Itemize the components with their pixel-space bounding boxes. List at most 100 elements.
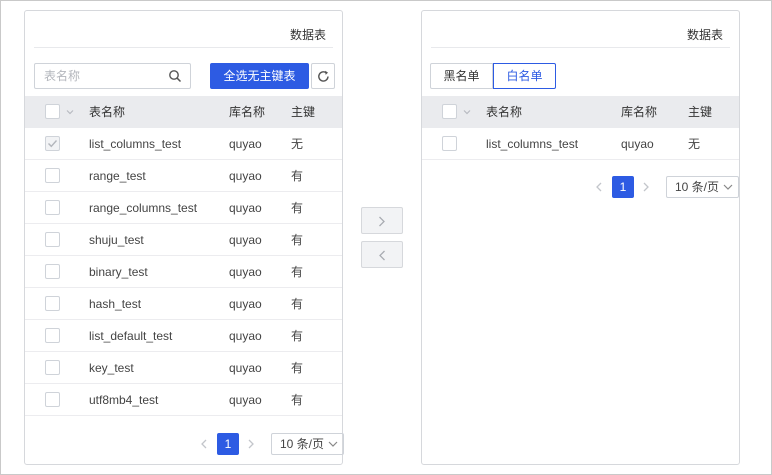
select-all-no-pk-button[interactable]: 全选无主键表 [210,63,309,89]
table-row[interactable]: key_test quyao 有 [25,352,342,384]
right-panel-title: 数据表 [686,28,723,42]
chevron-right-icon [379,216,385,227]
page-size-value: 10 条/页 [280,437,325,451]
page-size-select[interactable]: 10 条/页 [271,433,344,455]
target-table: 表名称 库名称 主键 list_columns_test quyao 无 [422,96,739,160]
page-size-value: 10 条/页 [675,180,720,194]
table-name-cell: binary_test [89,265,148,279]
select-all-checkbox[interactable] [45,104,60,119]
chevron-left-icon [201,439,207,449]
prev-page-button[interactable] [592,176,606,198]
tab-blacklist[interactable]: 黑名单 [430,63,493,89]
table-row[interactable]: range_test quyao 有 [25,160,342,192]
column-header-primary-key[interactable]: 主键 [688,96,712,128]
db-name-cell: quyao [229,169,262,183]
row-checkbox[interactable] [45,232,60,247]
row-checkbox[interactable] [442,136,457,151]
primary-key-cell: 有 [291,169,304,183]
table-name-cell: list_columns_test [89,137,182,151]
table-row[interactable]: range_columns_test quyao 有 [25,192,342,224]
column-header-table-name[interactable]: 表名称 [89,96,125,128]
source-table: 表名称 库名称 主键 list_columns_test quyao 无 range_… [25,96,342,416]
page-number[interactable]: 1 [612,176,634,198]
table-body: list_columns_test quyao 无 [422,128,739,160]
move-to-right-button[interactable] [361,207,403,234]
chevron-right-icon [248,439,254,449]
left-panel-title: 数据表 [289,28,326,42]
db-name-cell: quyao [229,265,262,279]
page-number[interactable]: 1 [217,433,239,455]
chevron-left-icon [379,250,385,261]
chevron-down-icon [723,184,733,190]
column-header-db-name[interactable]: 库名称 [621,96,657,128]
primary-key-cell: 有 [291,329,304,343]
primary-key-cell: 有 [291,265,304,279]
db-name-cell: quyao [229,361,262,375]
primary-key-cell: 有 [291,297,304,311]
row-checkbox[interactable] [45,136,60,151]
primary-key-cell: 无 [688,137,701,151]
left-pagination: 1 10 条/页 [197,433,344,455]
chevron-down-icon[interactable] [66,108,74,116]
table-row[interactable]: hash_test quyao 有 [25,288,342,320]
table-name-cell: list_columns_test [486,137,579,151]
column-header-db-name[interactable]: 库名称 [229,96,265,128]
prev-page-button[interactable] [197,433,211,455]
next-page-button[interactable] [640,176,654,198]
table-row[interactable]: list_default_test quyao 有 [25,320,342,352]
db-name-cell: quyao [229,329,262,343]
row-checkbox[interactable] [45,200,60,215]
primary-key-cell: 有 [291,393,304,407]
table-name-cell: hash_test [89,297,142,311]
move-to-left-button[interactable] [361,241,403,268]
divider [431,47,730,48]
row-checkbox[interactable] [45,360,60,375]
select-all-checkbox[interactable] [442,104,457,119]
refresh-icon [318,70,329,82]
table-name-cell: key_test [89,361,134,375]
db-name-cell: quyao [229,233,262,247]
row-checkbox[interactable] [45,328,60,343]
table-name-cell: range_columns_test [89,201,198,215]
row-checkbox[interactable] [45,392,60,407]
table-body: list_columns_test quyao 无 range_test quyao 有 r… [25,128,342,416]
right-pagination: 1 10 条/页 [592,176,739,198]
table-name-cell: list_default_test [89,329,173,343]
db-name-cell: quyao [229,297,262,311]
primary-key-cell: 有 [291,233,304,247]
row-checkbox[interactable] [45,264,60,279]
tab-whitelist[interactable]: 白名单 [493,63,556,89]
db-name-cell: quyao [621,137,654,151]
table-search-input[interactable] [35,64,155,88]
row-checkbox[interactable] [45,168,60,183]
divider [34,47,333,48]
chevron-left-icon [596,182,602,192]
table-header: 表名称 库名称 主键 [422,96,739,128]
table-row[interactable]: list_columns_test quyao 无 [422,128,739,160]
chevron-down-icon[interactable] [463,108,471,116]
table-row[interactable]: utf8mb4_test quyao 有 [25,384,342,416]
column-header-primary-key[interactable]: 主键 [291,96,315,128]
check-icon [48,140,58,148]
db-name-cell: quyao [229,201,262,215]
db-name-cell: quyao [229,137,262,151]
refresh-button[interactable] [311,63,335,89]
chevron-down-icon [328,441,338,447]
search-icon[interactable] [168,69,182,83]
table-header: 表名称 库名称 主键 [25,96,342,128]
table-row[interactable]: list_columns_test quyao 无 [25,128,342,160]
search-box [34,63,191,89]
chevron-right-icon [643,182,649,192]
table-row[interactable]: shuju_test quyao 有 [25,224,342,256]
db-name-cell: quyao [229,393,262,407]
column-header-table-name[interactable]: 表名称 [486,96,522,128]
primary-key-cell: 有 [291,361,304,375]
source-table-panel: 数据表 全选无主键表 表名称 库名称 主键 list_columns_testq… [24,10,344,465]
row-checkbox[interactable] [45,296,60,311]
table-name-cell: shuju_test [89,233,144,247]
primary-key-cell: 无 [291,137,304,151]
table-row[interactable]: binary_test quyao 有 [25,256,342,288]
next-page-button[interactable] [245,433,259,455]
page-size-select[interactable]: 10 条/页 [666,176,739,198]
primary-key-cell: 有 [291,201,304,215]
